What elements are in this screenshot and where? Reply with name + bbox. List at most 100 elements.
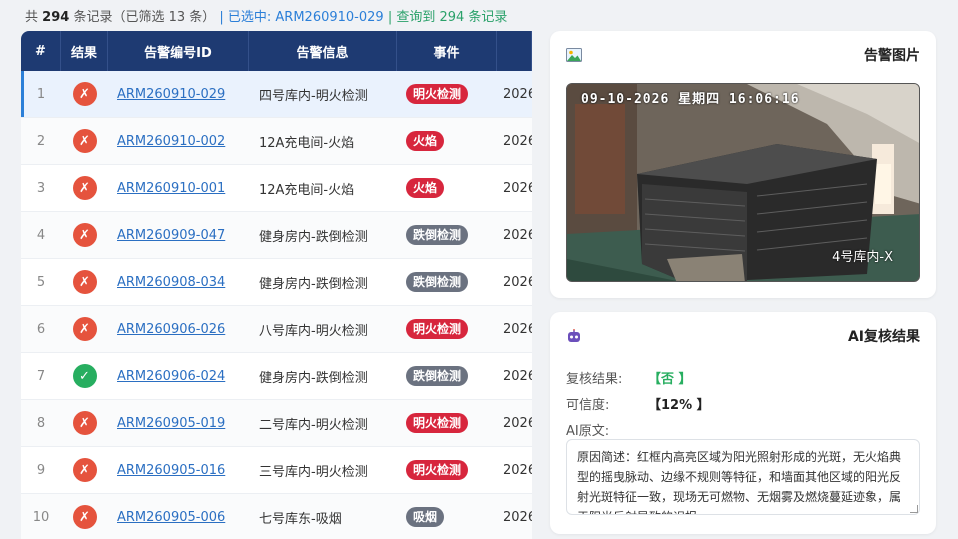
alarm-id-link[interactable]: ARM260910-002	[117, 134, 225, 149]
row-result: ✗	[61, 71, 108, 117]
row-time: 2026	[503, 274, 532, 290]
row-time: 2026	[503, 227, 532, 243]
table-row[interactable]: 2 ✗ ARM260910-002 12A充电间-火焰 火焰 2026	[21, 118, 532, 165]
ai-review-fields: 复核结果: 【否 】 可信度: 【12% 】 AI原文:	[566, 364, 710, 442]
col-event-header[interactable]: 事件	[397, 31, 497, 71]
event-tag: 跌倒检测	[406, 366, 469, 386]
row-index: 9	[36, 462, 46, 478]
row-event: 火焰	[397, 118, 497, 164]
row-alarm-id: ARM260910-029	[108, 71, 249, 117]
event-tag: 跌倒检测	[406, 272, 469, 292]
event-tag: 火焰	[406, 178, 445, 198]
event-tag: 明火检测	[406, 319, 469, 339]
summary-selected: | 已选中: ARM260910-029	[219, 10, 384, 25]
review-result-row: 复核结果: 【否 】	[566, 364, 710, 390]
table-row[interactable]: 3 ✗ ARM260910-001 12A充电间-火焰 火焰 2026	[21, 165, 532, 212]
row-time: 2026	[503, 86, 532, 102]
row-index: 8	[36, 415, 46, 431]
ai-raw-label: AI原文:	[566, 423, 610, 439]
row-alarm-info: 三号库内-明火检测	[259, 464, 368, 480]
summary-total: 294	[42, 10, 70, 25]
row-index: 5	[36, 274, 46, 290]
alarm-id-link[interactable]: ARM260909-047	[117, 228, 225, 243]
row-alarm-id: ARM260909-047	[108, 212, 249, 258]
alarm-id-link[interactable]: ARM260908-034	[117, 275, 225, 290]
ai-review-title: AI复核结果	[847, 329, 920, 345]
row-result: ✗	[61, 306, 108, 352]
x-circle-icon: ✗	[72, 82, 97, 106]
row-event: 跌倒检测	[397, 212, 497, 258]
x-circle-icon: ✗	[72, 176, 97, 200]
row-alarm-info: 七号库东-吸烟	[259, 511, 342, 527]
alarm-id-link[interactable]: ARM260905-016	[117, 463, 225, 478]
row-index: 2	[36, 133, 46, 149]
table-row[interactable]: 9 ✗ ARM260905-016 三号库内-明火检测 明火检测 2026	[21, 447, 532, 494]
alarm-id-link[interactable]: ARM260905-019	[117, 416, 225, 431]
col-alarm-id-header[interactable]: 告警编号ID	[108, 31, 249, 71]
table-row[interactable]: 1 ✗ ARM260910-029 四号库内-明火检测 明火检测 2026	[21, 71, 532, 118]
table-row[interactable]: 6 ✗ ARM260906-026 八号库内-明火检测 明火检测 2026	[21, 306, 532, 353]
picture-icon	[566, 48, 582, 62]
event-tag: 明火检测	[406, 460, 469, 480]
row-alarm-id: ARM260905-006	[108, 494, 249, 539]
row-index: 4	[36, 227, 46, 243]
row-index: 10	[32, 509, 50, 525]
x-circle-icon: ✗	[72, 223, 97, 247]
alarm-id-link[interactable]: ARM260906-026	[117, 322, 225, 337]
alarm-id-link[interactable]: ARM260905-006	[117, 510, 225, 525]
table-header: # 结果 告警编号ID 告警信息 事件	[21, 31, 532, 71]
review-result-label: 复核结果:	[566, 371, 623, 387]
col-index-header[interactable]: #	[21, 31, 61, 71]
table-row[interactable]: 10 ✗ ARM260905-006 七号库东-吸烟 吸烟 2026	[21, 494, 532, 539]
row-result: ✗	[61, 494, 108, 539]
alarm-id-link[interactable]: ARM260910-001	[117, 181, 225, 196]
row-event: 明火检测	[397, 447, 497, 493]
row-index: 1	[36, 86, 46, 102]
row-alarm-id: ARM260906-026	[108, 306, 249, 352]
row-result: ✗	[61, 212, 108, 258]
event-tag: 明火检测	[406, 413, 469, 433]
row-event: 火焰	[397, 165, 497, 211]
alarm-image-title: 告警图片	[864, 48, 920, 64]
row-alarm-id: ARM260910-001	[108, 165, 249, 211]
row-alarm-id: ARM260910-002	[108, 118, 249, 164]
summary-filtered: 条记录（已筛选 13 条）	[73, 10, 216, 25]
table-row[interactable]: 4 ✗ ARM260909-047 健身房内-跌倒检测 跌倒检测 2026	[21, 212, 532, 259]
row-alarm-info: 八号库内-明火检测	[259, 323, 368, 339]
row-event: 跌倒检测	[397, 259, 497, 305]
alarm-id-link[interactable]: ARM260910-029	[117, 87, 225, 102]
alarm-id-link[interactable]: ARM260906-024	[117, 369, 225, 384]
row-result: ✗	[61, 259, 108, 305]
col-result-header[interactable]: 结果	[61, 31, 108, 71]
row-time: 2026	[503, 509, 532, 525]
robot-icon	[566, 329, 582, 343]
table-row[interactable]: 8 ✗ ARM260905-019 二号库内-明火检测 明火检测 2026	[21, 400, 532, 447]
row-result: ✓	[61, 353, 108, 399]
row-result: ✗	[61, 447, 108, 493]
x-circle-icon: ✗	[72, 505, 97, 529]
col-alarm-info-header[interactable]: 告警信息	[249, 31, 397, 71]
alarm-snapshot[interactable]: 09-10-2026 星期四 16:06:16 4号库内-X	[566, 83, 920, 282]
row-alarm-id: ARM260905-019	[108, 400, 249, 446]
textarea-resize-handle[interactable]	[910, 505, 918, 513]
table-row[interactable]: 5 ✗ ARM260908-034 健身房内-跌倒检测 跌倒检测 2026	[21, 259, 532, 306]
confidence-value: 【12% 】	[648, 397, 710, 413]
event-tag: 吸烟	[406, 507, 445, 527]
event-tag: 火焰	[406, 131, 445, 151]
row-alarm-id: ARM260906-024	[108, 353, 249, 399]
row-event: 明火检测	[397, 306, 497, 352]
table-row[interactable]: 7 ✓ ARM260906-024 健身房内-跌倒检测 跌倒检测 2026	[21, 353, 532, 400]
row-result: ✗	[61, 400, 108, 446]
review-result-value: 【否 】	[648, 371, 692, 387]
row-alarm-info: 四号库内-明火检测	[259, 88, 368, 104]
row-result: ✗	[61, 165, 108, 211]
summary-queried: | 查询到 294 条记录	[387, 10, 508, 25]
row-alarm-info: 12A充电间-火焰	[259, 135, 355, 151]
row-event: 明火检测	[397, 400, 497, 446]
col-time-header[interactable]	[497, 31, 532, 71]
event-tag: 跌倒检测	[406, 225, 469, 245]
summary-prefix: 共	[25, 10, 39, 25]
check-circle-icon: ✓	[72, 364, 97, 388]
ai-raw-textarea[interactable]: 原因简述：红框内高亮区域为阳光照射形成的光斑，无火焰典型的摇曳脉动、边缘不规则等…	[566, 439, 920, 515]
row-alarm-id: ARM260908-034	[108, 259, 249, 305]
